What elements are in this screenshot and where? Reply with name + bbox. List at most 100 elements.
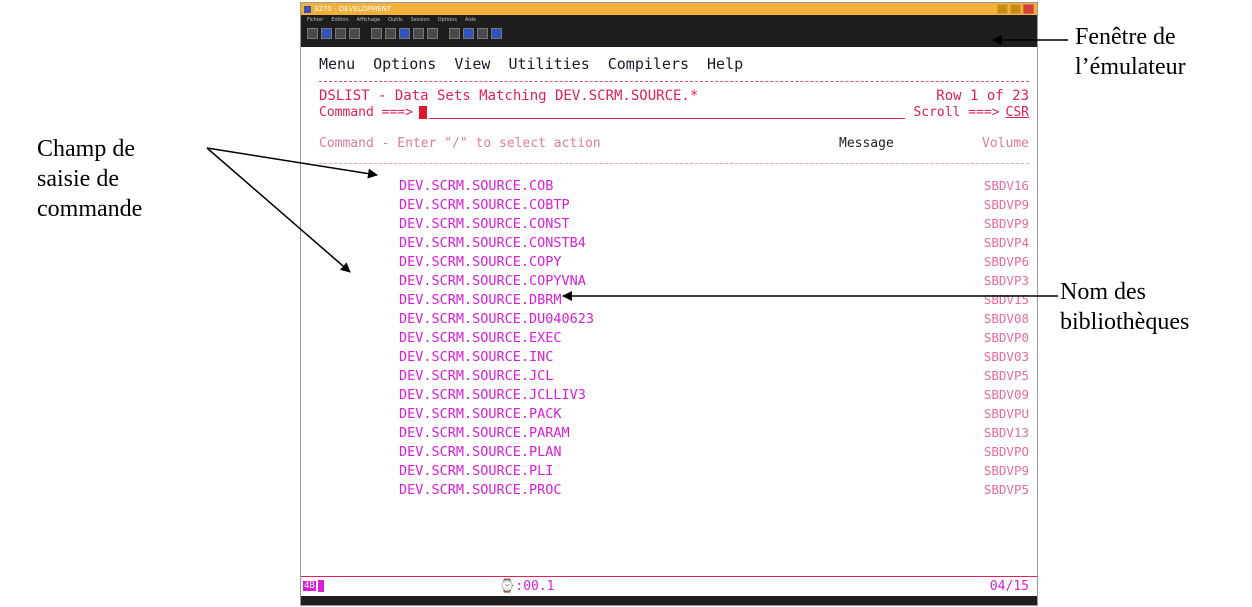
ispf-menu-item[interactable]: Help <box>707 55 743 73</box>
play-icon[interactable] <box>463 27 474 39</box>
dataset-list: DEV.SCRM.SOURCE.COB SBDV16 DEV.SCRM.SOURC… <box>319 176 1037 499</box>
emulator-menubar: Fichier Edition Affichage Outils Session… <box>301 15 1037 25</box>
dataset-volume: SBDV15 <box>983 292 1029 307</box>
paste-icon[interactable] <box>385 27 396 39</box>
dataset-name: DEV.SCRM.SOURCE.COPY <box>399 253 562 270</box>
dataset-volume: SBDV13 <box>983 425 1029 440</box>
column-message: Message <box>839 136 894 151</box>
command-input[interactable] <box>428 106 906 119</box>
emulator-menu-item[interactable]: Fichier <box>307 17 323 23</box>
dataset-name: DEV.SCRM.SOURCE.JCLLIV3 <box>399 386 586 403</box>
dataset-name: DEV.SCRM.SOURCE.PARAM <box>399 424 570 441</box>
status-mark: 4B <box>303 581 316 591</box>
dataset-name: DEV.SCRM.SOURCE.PACK <box>399 405 562 422</box>
transfer-icon[interactable] <box>399 27 410 39</box>
ispf-action-bar: Menu Options View Utilities Compilers He… <box>319 51 1037 77</box>
cursor <box>418 106 427 119</box>
macro-icon[interactable] <box>413 27 424 39</box>
dataset-row[interactable]: DEV.SCRM.SOURCE.DU040623 SBDV08 <box>319 309 1029 328</box>
dataset-volume: SBDV16 <box>983 178 1029 193</box>
window-title: 3270 - DEVELOPMENT <box>314 5 392 13</box>
settings-icon[interactable] <box>477 27 488 39</box>
ispf-menu-item[interactable]: Compilers <box>608 55 689 73</box>
annotation-line: Champ de <box>37 136 135 162</box>
app-icon <box>304 5 311 13</box>
panel-title: DSLIST - Data Sets Matching DEV.SCRM.SOU… <box>319 88 699 104</box>
dataset-row[interactable]: DEV.SCRM.SOURCE.PARAM SBDV13 <box>319 423 1029 442</box>
dataset-row[interactable]: DEV.SCRM.SOURCE.PLI SBDVP9 <box>319 461 1029 480</box>
help-icon[interactable] <box>491 27 502 39</box>
status-block <box>317 580 324 592</box>
dataset-name: DEV.SCRM.SOURCE.DU040623 <box>399 310 595 327</box>
new-session-icon[interactable] <box>307 27 318 39</box>
close-button[interactable] <box>1023 4 1034 14</box>
dataset-name: DEV.SCRM.SOURCE.COB <box>399 177 554 194</box>
column-header: Command - Enter "/" to select action Mes… <box>319 136 1037 151</box>
dataset-row[interactable]: DEV.SCRM.SOURCE.COPYVNA SBDVP3 <box>319 271 1029 290</box>
annotation-emulator-window: Fenêtre de l’émulateur <box>1075 22 1186 82</box>
emulator-toolbar <box>301 25 1037 41</box>
annotation-line: Fenêtre de <box>1075 24 1176 50</box>
scroll-input[interactable]: CSR <box>1006 105 1029 120</box>
copy-icon[interactable] <box>371 27 382 39</box>
dataset-row[interactable]: DEV.SCRM.SOURCE.PACK SBDVPU <box>319 404 1029 423</box>
dataset-name: DEV.SCRM.SOURCE.INC <box>399 348 554 365</box>
emulator-menu-item[interactable]: Session <box>411 17 430 23</box>
panel-header: DSLIST - Data Sets Matching DEV.SCRM.SOU… <box>319 88 1037 104</box>
dataset-name: DEV.SCRM.SOURCE.COPYVNA <box>399 272 586 289</box>
dataset-row[interactable]: DEV.SCRM.SOURCE.COPY SBDVP6 <box>319 252 1029 271</box>
dataset-volume: SBDVP4 <box>983 235 1029 250</box>
dataset-row[interactable]: DEV.SCRM.SOURCE.COB SBDV16 <box>319 176 1029 195</box>
annotation-line: saisie de <box>37 166 119 192</box>
command-label: Command ===> <box>319 105 413 120</box>
minimize-button[interactable] <box>997 4 1008 14</box>
ispf-menu-item[interactable]: Options <box>373 55 436 73</box>
dataset-volume: SBDVP5 <box>983 482 1029 497</box>
row-indicator: Row 1 of 23 <box>936 88 1029 104</box>
dataset-row[interactable]: DEV.SCRM.SOURCE.EXEC SBDVP0 <box>319 328 1029 347</box>
dataset-name: DEV.SCRM.SOURCE.PROC <box>399 481 562 498</box>
dataset-row[interactable]: DEV.SCRM.SOURCE.DBRM SBDV15 <box>319 290 1029 309</box>
emulator-menu-item[interactable]: Edition <box>331 17 348 23</box>
dataset-volume: SBDVPO <box>983 444 1029 459</box>
keyboard-icon[interactable] <box>427 27 438 39</box>
ispf-menu-item[interactable]: Utilities <box>508 55 589 73</box>
emulator-menu-item[interactable]: Affichage <box>357 17 381 23</box>
column-command: Command - Enter "/" to select action <box>319 136 601 151</box>
dataset-volume: SBDVP9 <box>983 197 1029 212</box>
dataset-row[interactable]: DEV.SCRM.SOURCE.PLAN SBDVPO <box>319 442 1029 461</box>
ispf-menu-item[interactable]: View <box>454 55 490 73</box>
operator-info-area: 4B ⌚:00.1 04/15 <box>301 576 1037 595</box>
print-icon[interactable] <box>349 27 360 39</box>
dataset-row[interactable]: DEV.SCRM.SOURCE.COBTP SBDVP9 <box>319 195 1029 214</box>
emulator-menu-item[interactable]: Options <box>438 17 457 23</box>
response-timer: ⌚:00.1 <box>499 578 555 594</box>
ispf-menu-item[interactable]: Menu <box>319 55 355 73</box>
connect-icon[interactable] <box>321 27 332 39</box>
dataset-row[interactable]: DEV.SCRM.SOURCE.JCL SBDVP5 <box>319 366 1029 385</box>
emulator-window: 3270 - DEVELOPMENT Fichier Edition Affic… <box>300 2 1038 606</box>
command-row: Command ===> Scroll ===> CSR <box>319 105 1037 120</box>
cursor-position: 04/15 <box>989 578 1029 594</box>
dataset-name: DEV.SCRM.SOURCE.PLI <box>399 462 554 479</box>
dataset-row[interactable]: DEV.SCRM.SOURCE.CONSTB4 SBDVP4 <box>319 233 1029 252</box>
emulator-toolbar-area: Fichier Edition Affichage Outils Session… <box>301 15 1037 47</box>
terminal-screen: Menu Options View Utilities Compilers He… <box>301 51 1037 499</box>
maximize-button[interactable] <box>1010 4 1021 14</box>
dataset-row[interactable]: DEV.SCRM.SOURCE.INC SBDV03 <box>319 347 1029 366</box>
dataset-row[interactable]: DEV.SCRM.SOURCE.PROC SBDVP5 <box>319 480 1029 499</box>
column-volume: Volume <box>982 136 1029 151</box>
record-icon[interactable] <box>449 27 460 39</box>
dataset-row[interactable]: DEV.SCRM.SOURCE.JCLLIV3 SBDV09 <box>319 385 1029 404</box>
emulator-menu-item[interactable]: Aide <box>465 17 476 23</box>
dataset-row[interactable]: DEV.SCRM.SOURCE.CONST SBDVP9 <box>319 214 1029 233</box>
dataset-name: DEV.SCRM.SOURCE.PLAN <box>399 443 562 460</box>
dataset-volume: SBDVP5 <box>983 368 1029 383</box>
annotation-line: bibliothèques <box>1060 309 1190 335</box>
dataset-volume: SBDVP9 <box>983 216 1029 231</box>
emulator-menu-item[interactable]: Outils <box>388 17 402 23</box>
save-icon[interactable] <box>335 27 346 39</box>
dataset-volume: SBDV09 <box>983 387 1029 402</box>
scroll-label: Scroll ===> <box>913 105 1000 120</box>
annotation-library-names: Nom des bibliothèques <box>1060 277 1189 337</box>
